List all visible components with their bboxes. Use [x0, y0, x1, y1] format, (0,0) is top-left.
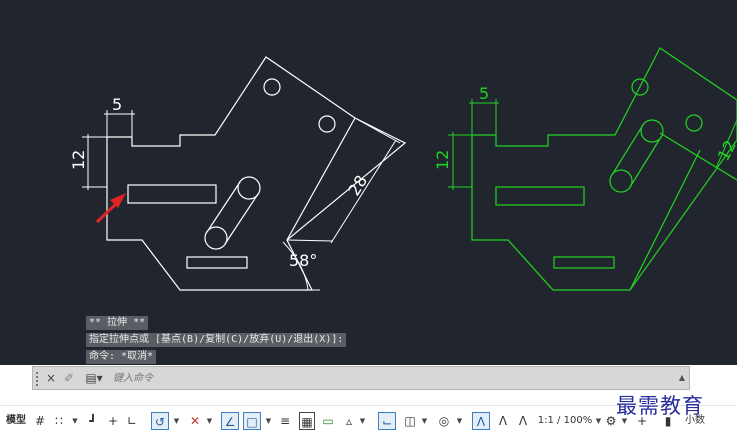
- close-icon[interactable]: ×: [44, 370, 58, 387]
- right-part[interactable]: [471, 47, 737, 291]
- rdim12-text: 12: [433, 150, 452, 170]
- rdim-clip-text: 12: [714, 137, 737, 164]
- object-snap-icon[interactable]: □: [243, 412, 261, 430]
- lineweight-icon[interactable]: ≡: [278, 412, 292, 430]
- annotation-scale-icon[interactable]: Λ: [516, 412, 530, 430]
- watermark-text: 最需教育: [616, 394, 704, 418]
- left-hole-top[interactable]: [263, 78, 281, 96]
- command-line-bar[interactable]: × ✐ ▤▾ ▲: [32, 366, 690, 390]
- right-slot-horizontal[interactable]: [495, 186, 585, 206]
- snap-icon[interactable]: ∷: [52, 412, 66, 430]
- 3d-osnap-dropdown-icon[interactable]: ▼: [358, 412, 367, 430]
- transparency-icon[interactable]: ▦: [299, 412, 315, 430]
- command-history-line-1: ** 拉伸 **: [86, 316, 149, 330]
- 3d-osnap-icon[interactable]: ▵: [342, 412, 356, 430]
- drawing-svg[interactable]: 5 12 28 58° 5 12 12: [0, 0, 737, 365]
- polar-icon[interactable]: ↺: [151, 412, 169, 430]
- right-dimensions[interactable]: [448, 99, 737, 190]
- right-dim-text: 5 12 12: [433, 84, 737, 170]
- isodraft-dropdown-icon[interactable]: ▼: [205, 412, 214, 430]
- selection-cycling-icon[interactable]: ▭: [321, 412, 335, 430]
- auto-scale-icon[interactable]: Λ: [496, 412, 510, 430]
- dim12-text: 12: [69, 150, 88, 170]
- object-snap-tracking-icon[interactable]: ∠: [221, 412, 239, 430]
- dim28-ext-top: [354, 117, 401, 144]
- left-slot-horizontal[interactable]: [127, 184, 217, 204]
- dynamic-ucs-icon[interactable]: ⌙: [378, 412, 396, 430]
- command-history-line-3: 命令: *取消*: [86, 350, 157, 364]
- command-input[interactable]: [113, 370, 673, 387]
- left-part-outline[interactable]: [106, 56, 407, 291]
- right-part-outline[interactable]: [471, 47, 737, 291]
- left-part[interactable]: [106, 56, 407, 291]
- left-slot-side-a: [206, 181, 241, 233]
- infer-icon[interactable]: ┛: [86, 412, 100, 430]
- annotation-scale-value[interactable]: 1:1 / 100%: [536, 412, 594, 430]
- gizmo-icon[interactable]: ◎: [436, 412, 452, 430]
- dim28-text: 28: [344, 172, 371, 199]
- snap-dropdown-icon[interactable]: ▼: [70, 412, 80, 430]
- right-slot-side-b: [629, 136, 662, 188]
- drawing-canvas[interactable]: 5 12 28 58° 5 12 12 ** 拉伸 ** 指定拉伸点或 [基点(…: [0, 0, 737, 365]
- right-slot-bottom[interactable]: [553, 256, 615, 269]
- left-hole-right[interactable]: [318, 115, 336, 133]
- isodraft-icon[interactable]: ✕: [188, 412, 202, 430]
- ortho-icon[interactable]: ∟: [124, 412, 140, 430]
- model-tab[interactable]: 模型: [4, 412, 28, 430]
- dim28-ext-bottom: [286, 239, 334, 242]
- grid-icon[interactable]: #: [33, 412, 47, 430]
- object-snap-dropdown-icon[interactable]: ▼: [264, 412, 273, 430]
- dim5-text: 5: [112, 95, 122, 114]
- rdim5-text: 5: [479, 84, 489, 103]
- annotation-arrow: [95, 193, 126, 224]
- expand-history-icon[interactable]: ▲: [679, 373, 685, 382]
- recent-commands-icon[interactable]: ▤▾: [82, 370, 106, 387]
- selection-filter-dropdown-icon[interactable]: ▼: [420, 412, 429, 430]
- drag-handle[interactable]: [36, 372, 42, 386]
- scale-dropdown-icon[interactable]: ▼: [594, 412, 603, 430]
- angle58-text: 58°: [289, 251, 317, 270]
- polar-dropdown-icon[interactable]: ▼: [172, 412, 181, 430]
- right-hole-right[interactable]: [685, 114, 703, 132]
- gizmo-dropdown-icon[interactable]: ▼: [455, 412, 464, 430]
- annotation-visibility-icon[interactable]: Λ: [472, 412, 490, 430]
- left-dim-text: 5 12 28 58°: [69, 95, 371, 270]
- left-slot-bottom[interactable]: [186, 256, 248, 269]
- command-history-line-2: 指定拉伸点或 [基点(B)/复制(C)/放弃(U)/退出(X)]:: [86, 333, 347, 347]
- wrench-icon[interactable]: ✐: [62, 370, 76, 387]
- left-slot-side-b: [224, 193, 259, 245]
- dynamic-input-icon[interactable]: +: [106, 412, 120, 430]
- selection-filter-icon[interactable]: ◫: [402, 412, 418, 430]
